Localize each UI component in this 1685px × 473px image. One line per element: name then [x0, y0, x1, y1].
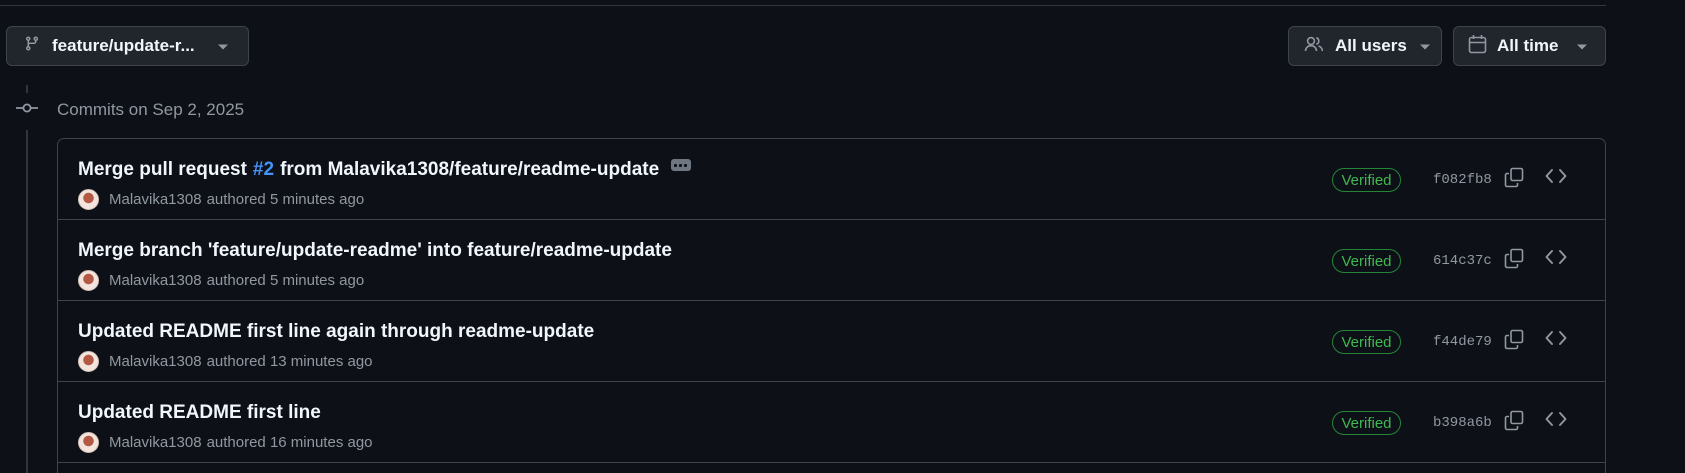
timeline-line — [26, 85, 28, 93]
commits-page: feature/update-r... All users All time C… — [0, 0, 1685, 473]
authored-time: authored 13 minutes ago — [206, 353, 373, 370]
timeline-line — [26, 130, 28, 473]
commit-title-text[interactable]: from Malavika1308/feature/readme-update — [280, 159, 659, 181]
commit-title[interactable]: Merge branch 'feature/update-readme' int… — [78, 240, 672, 262]
commit-meta: Malavika1308 authored 5 minutes ago — [78, 189, 364, 210]
avatar[interactable] — [78, 351, 99, 372]
people-icon — [1304, 35, 1324, 58]
copy-icon[interactable] — [1504, 329, 1524, 355]
commit-sha-link[interactable]: f44de79 — [1433, 334, 1492, 350]
branch-selector-label: feature/update-r... — [52, 36, 195, 55]
code-icon[interactable] — [1545, 168, 1567, 189]
triangle-down-icon — [217, 36, 229, 56]
author-link[interactable]: Malavika1308 — [109, 353, 202, 370]
commit-meta: Malavika1308 authored 16 minutes ago — [78, 432, 373, 453]
divider — [0, 5, 1606, 6]
users-filter-label: All users — [1335, 36, 1407, 55]
commit-title[interactable]: Updated README first line again through … — [78, 321, 594, 343]
time-filter-label: All time — [1497, 36, 1559, 55]
authored-time: authored 16 minutes ago — [206, 434, 373, 451]
commit-row: Updated README first line again through … — [58, 301, 1605, 382]
time-filter-button[interactable]: All time — [1453, 26, 1606, 66]
users-filter-button[interactable]: All users — [1288, 26, 1442, 66]
author-link[interactable]: Malavika1308 — [109, 272, 202, 289]
author-link[interactable]: Malavika1308 — [109, 191, 202, 208]
branch-selector-button[interactable]: feature/update-r... — [6, 26, 249, 66]
commit-row: Updated README first line Malavika1308 a… — [58, 382, 1605, 463]
commit-title[interactable]: Merge pull request #2 from Malavika1308/… — [78, 159, 692, 181]
commit-meta: Malavika1308 authored 5 minutes ago — [78, 270, 364, 291]
verified-badge[interactable]: Verified — [1332, 168, 1401, 192]
code-icon[interactable] — [1545, 330, 1567, 351]
triangle-down-icon — [1576, 36, 1588, 56]
copy-icon[interactable] — [1504, 248, 1524, 274]
copy-icon[interactable] — [1504, 167, 1524, 193]
pull-request-link[interactable]: #2 — [253, 159, 274, 181]
avatar[interactable] — [78, 189, 99, 210]
code-icon[interactable] — [1545, 249, 1567, 270]
commit-row: Merge pull request #2 from Malavika1308/… — [58, 139, 1605, 220]
commit-sha-link[interactable]: b398a6b — [1433, 415, 1492, 431]
avatar[interactable] — [78, 432, 99, 453]
commit-date-heading: Commits on Sep 2, 2025 — [57, 100, 245, 119]
verified-badge[interactable]: Verified — [1332, 249, 1401, 273]
commit-row: Merge branch 'feature/update-readme' int… — [58, 220, 1605, 301]
git-commit-icon — [15, 101, 39, 119]
commit-sha-link[interactable]: 614c37c — [1433, 253, 1492, 269]
commit-title-text[interactable]: Merge pull request — [78, 159, 247, 181]
commit-title[interactable]: Updated README first line — [78, 402, 321, 424]
commit-sha-link[interactable]: f082fb8 — [1433, 172, 1492, 188]
calendar-icon — [1468, 34, 1487, 59]
git-branch-icon — [24, 35, 40, 57]
commit-list: Merge pull request #2 from Malavika1308/… — [57, 138, 1606, 473]
authored-time: authored 5 minutes ago — [206, 191, 365, 208]
expand-message-button[interactable] — [671, 159, 692, 171]
verified-badge[interactable]: Verified — [1332, 411, 1401, 435]
verified-badge[interactable]: Verified — [1332, 330, 1401, 354]
copy-icon[interactable] — [1504, 410, 1524, 436]
commit-meta: Malavika1308 authored 13 minutes ago — [78, 351, 373, 372]
avatar[interactable] — [78, 270, 99, 291]
triangle-down-icon — [1419, 36, 1431, 56]
authored-time: authored 5 minutes ago — [206, 272, 365, 289]
code-icon[interactable] — [1545, 411, 1567, 432]
author-link[interactable]: Malavika1308 — [109, 434, 202, 451]
